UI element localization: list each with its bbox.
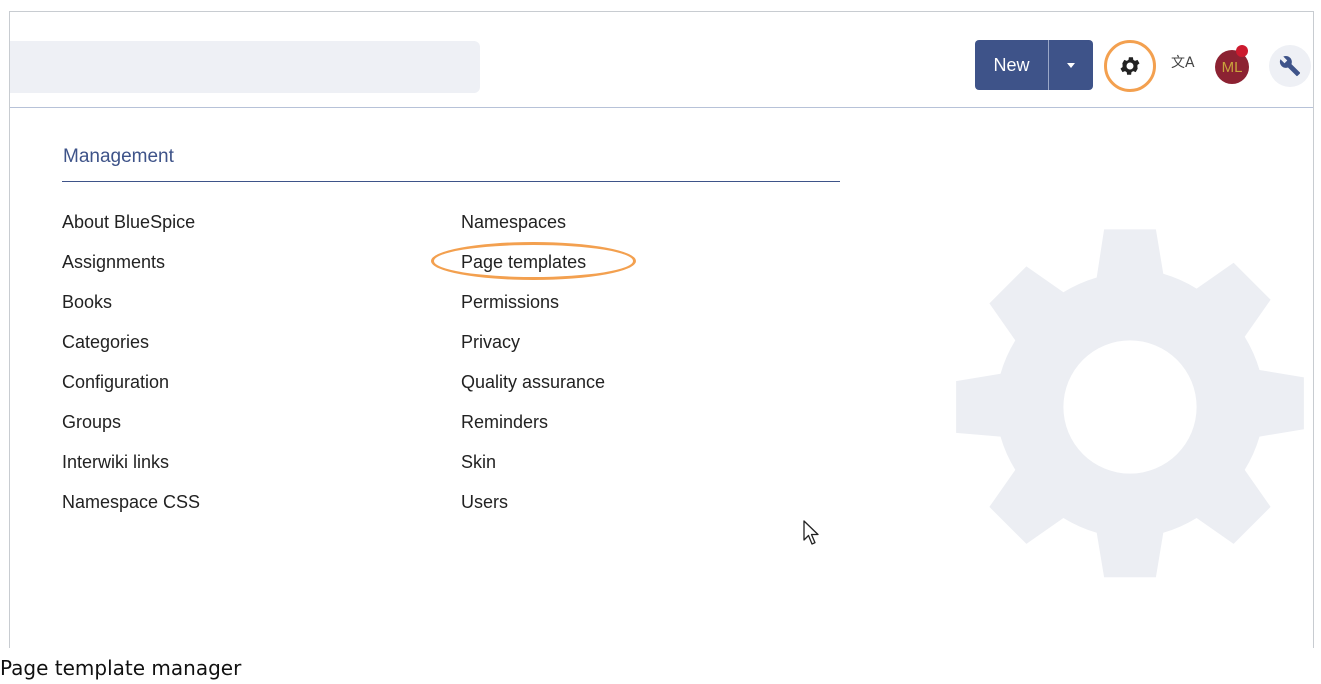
menu-item-categories[interactable]: Categories (62, 331, 200, 371)
mouse-cursor-icon (803, 520, 819, 545)
menu-item-books[interactable]: Books (62, 291, 200, 331)
caret-down-icon (1067, 62, 1075, 68)
menu-item-permissions[interactable]: Permissions (461, 291, 605, 331)
gear-watermark-icon (956, 229, 1304, 578)
notification-badge (1236, 45, 1248, 57)
highlight-annotation (431, 242, 636, 280)
wrench-icon (1279, 56, 1301, 77)
figure-caption: Page template manager (0, 656, 242, 680)
global-actions-button[interactable] (1104, 40, 1156, 92)
management-column-1: About BlueSpice Assignments Books Catego… (62, 211, 200, 531)
gear-icon (1120, 57, 1140, 75)
tools-button[interactable] (1269, 45, 1311, 87)
search-input[interactable] (10, 41, 480, 93)
menu-item-reminders[interactable]: Reminders (461, 411, 605, 451)
menu-item-skin[interactable]: Skin (461, 451, 605, 491)
translate-icon: 文A (1171, 55, 1195, 71)
menu-item-namespace-css[interactable]: Namespace CSS (62, 491, 200, 531)
top-toolbar: New 文A ML (10, 12, 1313, 108)
menu-item-privacy[interactable]: Privacy (461, 331, 605, 371)
menu-item-assignments[interactable]: Assignments (62, 251, 200, 291)
menu-item-configuration[interactable]: Configuration (62, 371, 200, 411)
menu-item-groups[interactable]: Groups (62, 411, 200, 451)
menu-item-quality-assurance[interactable]: Quality assurance (461, 371, 605, 411)
menu-item-about-bluespice[interactable]: About BlueSpice (62, 211, 200, 251)
section-divider (62, 181, 840, 182)
svg-text:文A: 文A (1171, 55, 1195, 71)
screenshot-frame: New 文A ML Management About BlueSpice Ass (9, 11, 1314, 648)
new-button-group: New (975, 40, 1093, 90)
menu-item-interwiki-links[interactable]: Interwiki links (62, 451, 200, 491)
new-dropdown-toggle[interactable] (1049, 40, 1093, 90)
new-button[interactable]: New (975, 40, 1049, 90)
language-button[interactable]: 文A (1170, 51, 1198, 79)
menu-item-users[interactable]: Users (461, 491, 605, 531)
section-title: Management (63, 146, 174, 167)
